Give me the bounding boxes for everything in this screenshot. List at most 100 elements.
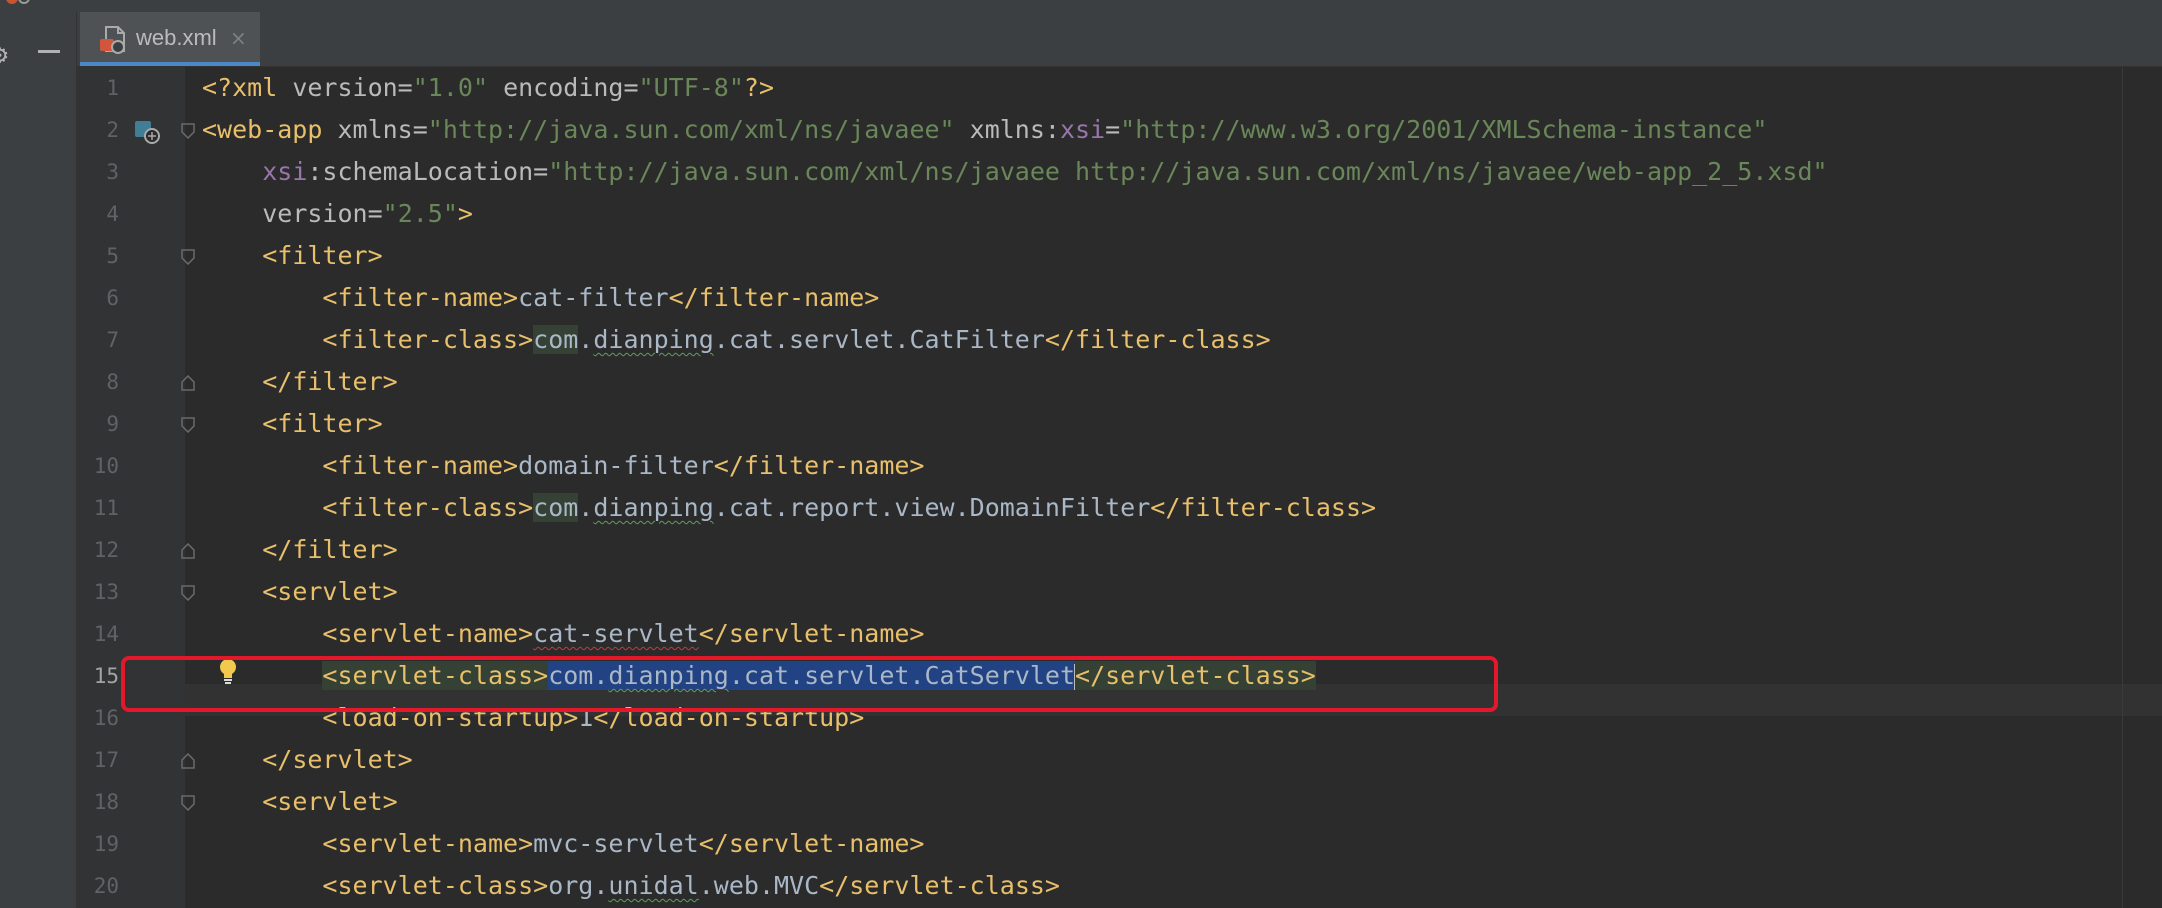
gear-icon[interactable]: ⚙: [0, 42, 8, 68]
line-number: 3: [106, 160, 119, 184]
token-text: .: [578, 493, 594, 522]
token-tag: <web-app: [202, 115, 338, 144]
line-number: 17: [93, 748, 119, 772]
line-number-current: 15: [93, 664, 119, 688]
token-text-error: cat-servlet: [533, 619, 699, 648]
fold-open-icon[interactable]: [181, 123, 195, 139]
token-attr: version: [262, 199, 368, 228]
line-number: 2: [106, 118, 119, 142]
code-line-12: </filter>: [202, 535, 398, 565]
token-text: domain-filter: [518, 451, 714, 480]
token-text-typo: unidal: [608, 871, 699, 900]
line-number: 20: [93, 874, 119, 898]
token-tag: </filter>: [262, 535, 398, 564]
token-tag: <servlet>: [262, 577, 398, 606]
token-tag: </servlet-class>: [819, 871, 1060, 900]
token-text: .cat.servlet.CatFilter: [713, 325, 1045, 354]
xml-file-icon: [100, 26, 125, 54]
line-number: 18: [93, 790, 119, 814]
token-tag: </filter-class>: [1150, 493, 1377, 522]
token-text: com: [533, 325, 579, 354]
line-number: 11: [93, 496, 119, 520]
code-line-14: <servlet-name>cat-servlet</servlet-name>: [202, 619, 925, 649]
fold-close-icon[interactable]: [181, 375, 195, 391]
tab-web-xml[interactable]: web.xml ×: [80, 12, 260, 66]
token-attr: xmlns: [337, 115, 413, 144]
token-value: "2.5": [382, 199, 458, 228]
line-number: 14: [93, 622, 119, 646]
token-text: .web.MVC: [698, 871, 820, 900]
code-editor[interactable]: <?xml version="1.0" encoding="UTF-8"?> <…: [0, 0, 2162, 908]
token-eq: =: [1105, 115, 1121, 144]
line-number: 8: [106, 370, 119, 394]
token-namespace: xsi: [262, 157, 308, 186]
code-line-11: <filter-class>com.dianping.cat.report.vi…: [202, 493, 1376, 523]
line-number: 4: [106, 202, 119, 226]
fold-close-icon[interactable]: [181, 543, 195, 559]
fold-close-icon[interactable]: [181, 753, 195, 769]
fold-open-icon[interactable]: [181, 795, 195, 811]
close-icon[interactable]: ×: [230, 24, 247, 52]
code-line-13: <servlet>: [202, 577, 398, 607]
lightbulb-icon[interactable]: [218, 658, 238, 686]
code-line-8: </filter>: [202, 367, 398, 397]
token-tag: <filter>: [262, 241, 383, 270]
line-number: 9: [106, 412, 119, 436]
token-text: mvc-servlet: [533, 829, 699, 858]
token-attr: xmlns:: [954, 115, 1060, 144]
token-tag: <filter>: [262, 409, 383, 438]
token-tag: <servlet>: [262, 787, 398, 816]
code-line-3: xsi:schemaLocation="http://java.sun.com/…: [202, 157, 1828, 187]
token-eq: =: [397, 73, 413, 102]
token-tag: <filter-class>: [322, 493, 534, 522]
token-tag: </servlet-name>: [698, 619, 925, 648]
token-tag: <servlet-name>: [322, 619, 534, 648]
line-number: 10: [93, 454, 119, 478]
code-line-18: <servlet>: [202, 787, 398, 817]
token-tag: <filter-name>: [322, 451, 519, 480]
token-text-typo: dianping: [593, 325, 714, 354]
token-namespace: xsi: [1059, 115, 1106, 144]
editor-gutter: 1 2 3 4 5 6 7 8 9 10 11 12 13 14 15 16 1…: [77, 67, 195, 908]
line-number: 16: [93, 706, 119, 730]
tab-label: web.xml: [136, 25, 217, 50]
fold-open-icon[interactable]: [181, 417, 195, 433]
code-line-9: <filter>: [202, 409, 383, 439]
fold-open-icon[interactable]: [181, 585, 195, 601]
code-line-4: version="2.5">: [202, 199, 473, 229]
token-value: "http://java.sun.com/xml/ns/javaee http:…: [548, 157, 1828, 186]
token-value: "UTF-8": [638, 73, 744, 102]
line-number: 1: [106, 76, 119, 100]
web-descriptor-icon[interactable]: [134, 120, 160, 144]
code-line-6: <filter-name>cat-filter</filter-name>: [202, 283, 879, 313]
code-line-19: <servlet-name>mvc-servlet</servlet-name>: [202, 829, 925, 859]
token-tag: </filter-name>: [713, 451, 925, 480]
line-number: 6: [106, 286, 119, 310]
token-tag: </servlet-name>: [698, 829, 925, 858]
token-value: "http://java.sun.com/xml/ns/javaee": [427, 115, 955, 144]
token-tag: </filter-class>: [1044, 325, 1271, 354]
line-number: 13: [93, 580, 119, 604]
token-tag: <filter-name>: [322, 283, 519, 312]
right-margin-guide: [2122, 67, 2123, 908]
minus-icon[interactable]: [38, 50, 60, 53]
code-line-20: <servlet-class>org.unidal.web.MVC</servl…: [202, 871, 1060, 901]
token-eq: =: [367, 199, 383, 228]
token-attr: version: [292, 73, 398, 102]
token-text: org.: [548, 871, 609, 900]
fold-open-icon[interactable]: [181, 249, 195, 265]
token-tag: <filter-class>: [322, 325, 534, 354]
token-eq: =: [412, 115, 428, 144]
current-line-highlight: [185, 684, 2162, 716]
token-tag: </filter>: [262, 367, 398, 396]
